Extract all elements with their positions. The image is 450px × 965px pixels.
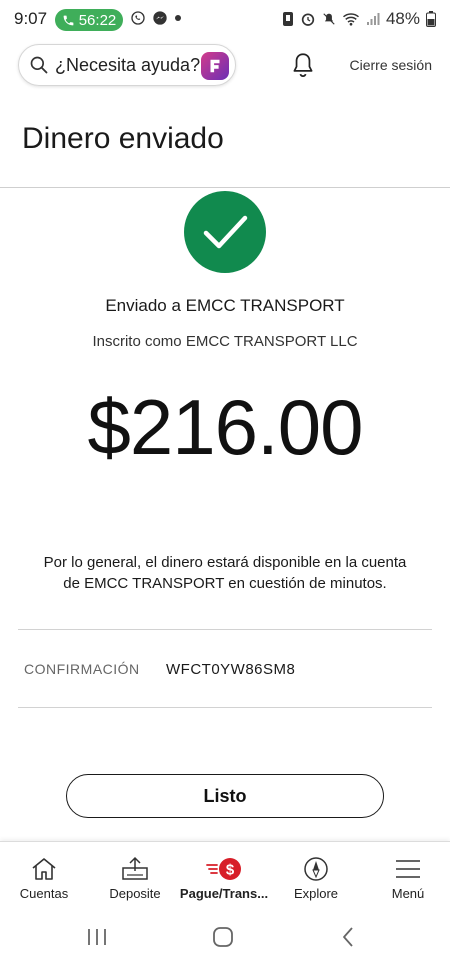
dot-icon [175, 15, 181, 21]
svg-text:$: $ [226, 862, 235, 879]
nav-item-deposite[interactable]: Deposite [100, 842, 170, 912]
enrolled-as-text: Inscrito como EMCC TRANSPORT LLC [92, 333, 358, 350]
nav-item-pague-transfiera[interactable]: $ Pague/Trans... [176, 842, 272, 912]
logout-link[interactable]: Cierre sesión [350, 57, 432, 73]
title-divider [0, 187, 450, 188]
system-status: 48% [282, 9, 436, 29]
back-icon[interactable] [340, 925, 356, 949]
bottom-nav: Cuentas Deposite $ Pague/Trans... Explor… [0, 841, 450, 911]
battery-icon [426, 11, 436, 27]
ongoing-call-chip[interactable]: 56:22 [55, 9, 123, 31]
status-time: 9:07 [14, 9, 48, 28]
system-navigation-bar [0, 911, 450, 965]
confirmation-label: CONFIRMACIÓN [24, 661, 140, 677]
home-button-icon[interactable] [211, 925, 235, 949]
availability-message: Por lo general, el dinero estará disponi… [30, 552, 420, 594]
nav-label-explore: Explore [293, 886, 339, 901]
recent-apps-icon[interactable] [86, 925, 108, 949]
fargo-assistant-icon [201, 52, 229, 80]
call-duration: 56:22 [78, 11, 117, 29]
done-button[interactable]: Listo [66, 774, 384, 818]
compass-icon [304, 857, 328, 881]
nav-item-cuentas[interactable]: Cuentas [12, 842, 76, 912]
nav-item-explore[interactable]: Explore [284, 842, 348, 912]
wifi-icon [342, 13, 359, 26]
deposit-icon [122, 856, 148, 880]
recipient-text: Enviado a EMCC TRANSPORT [105, 296, 345, 315]
battery-percent: 48% [385, 9, 420, 28]
help-text: ¿Necesita ayuda? [55, 54, 201, 75]
menu-icon [396, 860, 420, 878]
nav-label-pague-transfiera: Pague/Trans... [179, 886, 269, 901]
notification-icons [130, 10, 182, 26]
app-header: ¿Necesita ayuda? Cierre sesión [0, 42, 450, 90]
confirmation-divider-bottom [18, 707, 432, 708]
pay-transfer-icon: $ [206, 858, 241, 880]
availability-line-2: de EMCC TRANSPORT en cuestión de minutos… [63, 575, 387, 592]
nav-label-deposite: Deposite [109, 886, 161, 901]
success-check-icon [184, 191, 266, 273]
phone-icon [63, 15, 74, 25]
help-search-pill[interactable]: ¿Necesita ayuda? [18, 44, 236, 86]
home-icon [32, 858, 56, 880]
page-title: Dinero enviado [22, 122, 224, 155]
nav-item-menu[interactable]: Menú [380, 842, 436, 912]
status-bar: 9:07 56:22 48% [0, 0, 450, 40]
alarm-icon [301, 13, 315, 26]
availability-line-1: Por lo general, el dinero estará disponi… [43, 554, 407, 571]
nav-label-menu: Menú [391, 886, 425, 901]
confirmation-divider-top [18, 629, 432, 630]
mute-icon [323, 13, 335, 25]
bell-icon[interactable] [290, 51, 316, 79]
confirmation-code: WFCT0YW86SM8 [166, 661, 296, 678]
amount-sent: $216.00 [87, 383, 364, 471]
whatsapp-icon [131, 11, 145, 25]
messenger-icon [153, 11, 167, 25]
nav-label-cuentas: Cuentas [19, 886, 69, 901]
search-icon [30, 56, 48, 74]
signal-icon [366, 13, 380, 25]
nfc-icon [282, 12, 293, 26]
